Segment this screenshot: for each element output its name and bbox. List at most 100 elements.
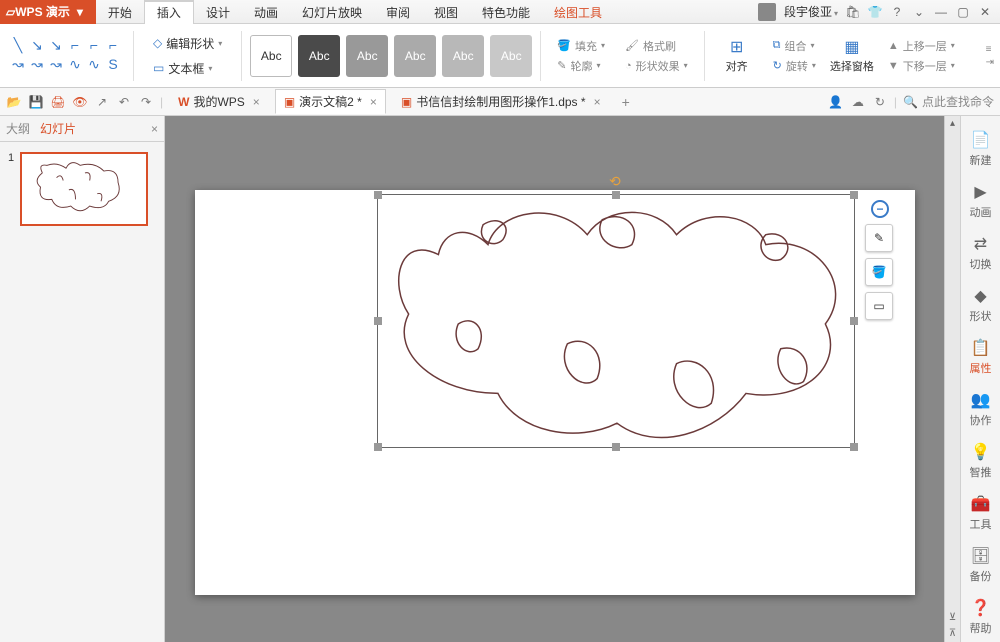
user-icon[interactable]: 👤	[828, 94, 844, 110]
open-icon[interactable]: 📂	[6, 94, 22, 110]
curve4-icon[interactable]: S	[105, 57, 121, 73]
scurve-icon[interactable]: ∿	[67, 57, 83, 73]
app-logo[interactable]: ▱ WPS 演示 ▾	[0, 0, 96, 24]
user-name[interactable]: 段宇俊亚	[784, 3, 838, 20]
style-3[interactable]: Abc	[346, 35, 388, 77]
fill-button[interactable]: 🪣填充▾	[553, 37, 609, 55]
fill-tool-icon[interactable]: 🪣	[865, 258, 893, 286]
sync-icon[interactable]: ↻	[872, 94, 888, 110]
ribbon-more-icon[interactable]: ≡	[986, 44, 994, 55]
slide-thumbnail-1[interactable]	[20, 152, 148, 226]
close-icon[interactable]: ×	[253, 95, 260, 109]
prev-slide-icon[interactable]: ⊻	[945, 610, 960, 626]
doc1-label: 演示文稿2 *	[299, 93, 362, 110]
slide-1[interactable]: ⟲ − ✎ 🪣 ▭	[195, 190, 915, 595]
export-icon[interactable]: ↗	[94, 94, 110, 110]
tab-doc1[interactable]: ▣ 演示文稿2 * ×	[275, 89, 386, 114]
ppt-icon: ▣	[284, 95, 295, 109]
preview-icon[interactable]: 👁	[72, 94, 88, 110]
tab-drawtools[interactable]: 绘图工具	[542, 0, 614, 24]
rb-tools[interactable]: 🧰工具	[963, 488, 999, 538]
line-icon[interactable]: ╲	[10, 38, 26, 54]
command-search[interactable]: 🔍 点此查找命令	[903, 93, 994, 110]
rb-attr[interactable]: 📋属性	[963, 332, 999, 382]
style-5[interactable]: Abc	[442, 35, 484, 77]
textbox-button[interactable]: ▭文本框▾	[146, 57, 229, 80]
outline-button[interactable]: ✎轮廓▾	[553, 57, 609, 75]
rb-backup[interactable]: 🗄备份	[963, 540, 999, 590]
arrow2-icon[interactable]: ↘	[48, 38, 64, 54]
ribbon-expand-icon[interactable]: ⇥	[986, 57, 994, 68]
up-layer-button[interactable]: ▲上移一层▾	[884, 37, 959, 55]
print-icon[interactable]: 🖨	[50, 94, 66, 110]
select-pane-button[interactable]: ▦选择窗格	[828, 30, 876, 82]
canvas-viewport[interactable]: ⟲ − ✎ 🪣 ▭	[165, 116, 944, 642]
undo-icon[interactable]: ↶	[116, 94, 132, 110]
app-menu-dropdown[interactable]: ▾	[74, 5, 86, 19]
scurve2-icon[interactable]: ∿	[86, 57, 102, 73]
elbow2-icon[interactable]: ⌐	[86, 38, 102, 54]
scroll-track[interactable]	[947, 132, 958, 610]
next-slide-icon[interactable]: ⊼	[945, 626, 960, 642]
tab-slides[interactable]: 幻灯片	[40, 120, 76, 137]
rb-trans[interactable]: ⇄切换	[963, 228, 999, 278]
close-panel-icon[interactable]: ×	[151, 122, 158, 136]
new-tab-button[interactable]: +	[616, 94, 636, 110]
minimize-icon[interactable]: —	[934, 5, 948, 19]
tab-view[interactable]: 视图	[422, 0, 470, 24]
help-icon[interactable]: ?	[890, 5, 904, 19]
tab-mywps[interactable]: W 我的WPS ×	[169, 89, 269, 114]
tab-anim[interactable]: 动画	[242, 0, 290, 24]
group-button[interactable]: ⧉组合▾	[769, 37, 820, 55]
tab-insert[interactable]: 插入	[144, 0, 194, 24]
tab-design[interactable]: 设计	[194, 0, 242, 24]
redo-icon[interactable]: ↷	[138, 94, 154, 110]
line-shapes-grid[interactable]: ╲↘↘⌐⌐⌐ ↝↝↝∿∿S	[10, 38, 121, 73]
edit-shape-button[interactable]: ◇编辑形状▾	[146, 32, 229, 55]
rb-help[interactable]: ❓帮助	[963, 592, 999, 642]
vertical-scrollbar[interactable]: ▴ ⊻ ⊼	[944, 116, 960, 642]
down-layer-button[interactable]: ▼下移一层▾	[884, 57, 959, 75]
format-painter-button[interactable]: 🖌格式刷	[621, 37, 692, 55]
close-icon[interactable]: ✕	[978, 5, 992, 19]
tab-special[interactable]: 特色功能	[470, 0, 542, 24]
shape-effect-button[interactable]: ◔形状效果▾	[621, 57, 692, 75]
save-icon[interactable]: 💾	[28, 94, 44, 110]
outline-tool-icon[interactable]: ▭	[865, 292, 893, 320]
style-2[interactable]: Abc	[298, 35, 340, 77]
selected-shape[interactable]: ⟲	[377, 194, 855, 448]
curve-icon[interactable]: ↝	[10, 57, 26, 73]
rb-shape[interactable]: ◆形状	[963, 280, 999, 330]
rotate-button[interactable]: ↻旋转▾	[769, 57, 820, 75]
maximize-icon[interactable]: ▢	[956, 5, 970, 19]
cloud-icon[interactable]: ☁	[850, 94, 866, 110]
cart-icon[interactable]: 🛍	[846, 5, 860, 19]
tab-doc2[interactable]: ▣ 书信信封绘制用图形操作1.dps * ×	[392, 89, 610, 114]
curve3-icon[interactable]: ↝	[48, 57, 64, 73]
rb-collab[interactable]: 👥协作	[963, 384, 999, 434]
tab-review[interactable]: 审阅	[374, 0, 422, 24]
close-icon[interactable]: ×	[594, 95, 601, 109]
tab-outline[interactable]: 大纲	[6, 120, 30, 137]
elbow-icon[interactable]: ⌐	[67, 38, 83, 54]
elbow3-icon[interactable]: ⌐	[105, 38, 121, 54]
style-6[interactable]: Abc	[490, 35, 532, 77]
rb-smart[interactable]: 💡智推	[963, 436, 999, 486]
tab-slideshow[interactable]: 幻灯片放映	[290, 0, 374, 24]
avatar[interactable]	[758, 3, 776, 21]
shirt-icon[interactable]: 👕	[868, 5, 882, 19]
chevron-icon[interactable]: ⌄	[912, 5, 926, 19]
rotate-handle-icon[interactable]: ⟲	[609, 173, 623, 187]
rb-anim[interactable]: ▶动画	[963, 176, 999, 226]
close-icon[interactable]: ×	[370, 95, 377, 109]
align-button[interactable]: ⊞对齐	[713, 30, 761, 82]
arrow-icon[interactable]: ↘	[29, 38, 45, 54]
collapse-toolbar-icon[interactable]: −	[871, 200, 889, 218]
style-4[interactable]: Abc	[394, 35, 436, 77]
style-1[interactable]: Abc	[250, 35, 292, 77]
curve2-icon[interactable]: ↝	[29, 57, 45, 73]
rb-new[interactable]: 📄新建	[963, 124, 999, 174]
tab-start[interactable]: 开始	[96, 0, 144, 24]
edit-tool-icon[interactable]: ✎	[865, 224, 893, 252]
scroll-up-icon[interactable]: ▴	[945, 116, 960, 132]
